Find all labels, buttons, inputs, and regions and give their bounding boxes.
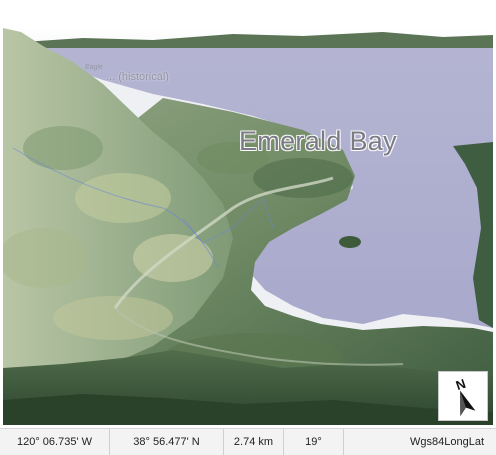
terrain-map-view[interactable]: Eagle ... (historical) Emerald Bay N bbox=[3, 28, 493, 425]
map-window: Eagle ... (historical) Emerald Bay N 120… bbox=[0, 0, 496, 455]
compass-button[interactable]: N bbox=[438, 371, 488, 421]
terrain-3d-scene bbox=[3, 28, 493, 425]
status-latitude: 38° 56.477' N bbox=[110, 429, 224, 455]
status-altitude: 2.74 km bbox=[224, 429, 284, 455]
status-longitude: 120° 06.735' W bbox=[0, 429, 110, 455]
status-tilt: 19° bbox=[284, 429, 344, 455]
status-coordinate-system: Wgs84LongLat bbox=[410, 436, 484, 448]
status-bar: 120° 06.735' W 38° 56.477' N 2.74 km 19°… bbox=[0, 428, 496, 455]
island bbox=[339, 236, 361, 248]
north-arrow-icon bbox=[460, 390, 476, 416]
